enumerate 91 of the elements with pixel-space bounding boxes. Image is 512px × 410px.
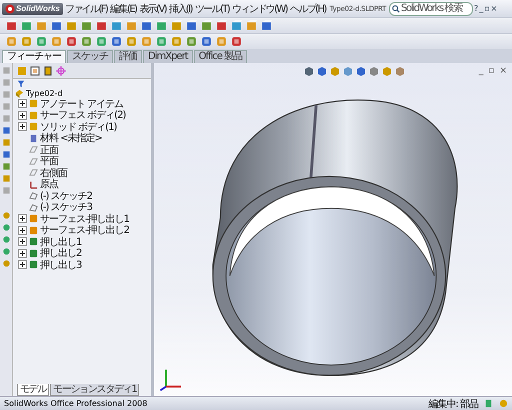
tool-icon[interactable] bbox=[216, 36, 227, 47]
tool-icon[interactable] bbox=[96, 20, 107, 31]
tool-icon[interactable] bbox=[156, 20, 167, 31]
expand-toggle[interactable] bbox=[18, 226, 27, 235]
tool-icon[interactable] bbox=[171, 20, 182, 31]
tool-icon[interactable] bbox=[171, 36, 182, 47]
tool-icon[interactable] bbox=[6, 20, 17, 31]
status-mode: 編集中: 部品 bbox=[428, 398, 478, 410]
expand-toggle[interactable] bbox=[18, 110, 27, 120]
tool-icon[interactable] bbox=[141, 20, 152, 31]
tree-item[interactable]: 平面 bbox=[40, 154, 58, 168]
window-control[interactable]: × bbox=[490, 4, 498, 13]
tool-icon[interactable] bbox=[51, 36, 62, 47]
tool-icon[interactable] bbox=[201, 36, 212, 47]
tree-item[interactable]: アノテート アイテム bbox=[40, 96, 124, 111]
tool-icon[interactable] bbox=[126, 36, 137, 47]
menu-item[interactable]: 編集(E) bbox=[109, 2, 138, 16]
tool-icon[interactable] bbox=[186, 36, 197, 47]
tree-item[interactable]: 右側面 bbox=[40, 166, 67, 180]
menu-item[interactable]: ヘルプ(H) bbox=[288, 2, 327, 16]
tree-item[interactable]: 押し出し3 bbox=[40, 258, 82, 272]
command-tab[interactable]: DimXpert bbox=[143, 50, 193, 63]
material-icon bbox=[29, 134, 38, 143]
window-control[interactable]: ▫ bbox=[487, 66, 496, 76]
tree-item[interactable]: Type02-d bbox=[15, 88, 149, 98]
menu-item[interactable]: ウィンドウ(W) bbox=[231, 2, 288, 16]
command-tab[interactable]: スケッチ bbox=[67, 50, 113, 63]
window-control[interactable]: × bbox=[498, 66, 508, 76]
tool-icon[interactable] bbox=[141, 36, 152, 47]
tool-icon[interactable] bbox=[21, 20, 32, 31]
tree-item[interactable]: サーフェス ボディ(2) bbox=[40, 108, 126, 122]
tool-icon[interactable] bbox=[126, 20, 137, 31]
part-icon bbox=[15, 88, 24, 98]
tree-item[interactable]: ソリッド ボディ(1) bbox=[40, 120, 116, 134]
menu-item[interactable]: 挿入(I) bbox=[168, 2, 193, 16]
app-name: SolidWorks bbox=[16, 4, 60, 13]
tool-icon[interactable] bbox=[246, 20, 257, 31]
command-tab[interactable]: フィーチャー bbox=[2, 50, 66, 63]
tool-icon[interactable] bbox=[66, 20, 77, 31]
logo-icon bbox=[5, 4, 15, 14]
command-tab[interactable]: 評価 bbox=[114, 50, 142, 63]
axis-triad-icon bbox=[160, 370, 181, 392]
tree-item[interactable]: サーフェス-押し出し2 bbox=[40, 223, 129, 238]
tool-icon[interactable] bbox=[36, 20, 47, 31]
tool-icon[interactable] bbox=[111, 36, 122, 47]
expand-toggle[interactable] bbox=[18, 99, 27, 108]
tree-item[interactable]: (-) スケッチ3 bbox=[40, 200, 92, 214]
expand-toggle[interactable] bbox=[18, 237, 27, 246]
tool-icon[interactable] bbox=[81, 36, 92, 47]
model-tab[interactable]: モデル bbox=[17, 384, 50, 396]
tool-icon[interactable] bbox=[231, 20, 242, 31]
tool-icon[interactable] bbox=[81, 20, 92, 31]
status-text: SolidWorks Office Professional 2008 bbox=[4, 399, 148, 408]
tool-icon[interactable] bbox=[6, 36, 17, 47]
origin-icon bbox=[29, 180, 38, 189]
tool-icon[interactable] bbox=[96, 36, 107, 47]
expand-toggle[interactable] bbox=[18, 214, 27, 224]
annotation-icon bbox=[29, 99, 38, 108]
window-control[interactable]: ▫ bbox=[484, 4, 490, 13]
window-control[interactable]: _ bbox=[479, 4, 484, 13]
expand-toggle[interactable] bbox=[18, 248, 27, 258]
menu-item[interactable]: ツール(T) bbox=[194, 2, 230, 16]
tool-icon[interactable] bbox=[186, 20, 197, 31]
window-control[interactable]: _ bbox=[478, 66, 484, 76]
model-tab[interactable]: モーションスタディ1 bbox=[50, 384, 140, 396]
expand-toggle[interactable] bbox=[18, 260, 27, 270]
tool-icon[interactable] bbox=[231, 36, 242, 47]
command-tab[interactable]: Office 製品 bbox=[194, 50, 248, 63]
tree-item[interactable]: (-) スケッチ2 bbox=[40, 188, 92, 203]
expand-toggle[interactable] bbox=[18, 122, 27, 132]
tool-icon[interactable] bbox=[21, 36, 32, 47]
search-field[interactable]: SolidWorks 検索 bbox=[388, 2, 473, 16]
tree-item[interactable]: 原点 bbox=[40, 177, 58, 192]
tool-icon[interactable] bbox=[156, 36, 167, 47]
search-icon bbox=[392, 4, 400, 12]
property-icon[interactable] bbox=[30, 66, 40, 76]
tool-icon[interactable] bbox=[66, 36, 77, 47]
tree-item[interactable]: 押し出し2 bbox=[40, 246, 82, 260]
tool-icon[interactable] bbox=[261, 20, 272, 31]
menu-item[interactable]: 表示(V) bbox=[138, 2, 167, 16]
tool-icon[interactable] bbox=[216, 20, 227, 31]
tree-item[interactable]: 押し出し1 bbox=[40, 234, 82, 249]
tool-icon[interactable] bbox=[36, 36, 47, 47]
tool-icon[interactable] bbox=[51, 20, 62, 31]
tree-item[interactable]: 正面 bbox=[40, 142, 58, 157]
window-control[interactable]: ? bbox=[474, 4, 478, 13]
tree-item[interactable]: サーフェス-押し出し1 bbox=[40, 212, 129, 226]
tool-icon[interactable] bbox=[111, 20, 122, 31]
menu-item[interactable]: ファイル(F) bbox=[64, 2, 108, 16]
tree-item[interactable]: 材料 <未指定> bbox=[40, 131, 102, 146]
tool-icon[interactable] bbox=[201, 20, 212, 31]
